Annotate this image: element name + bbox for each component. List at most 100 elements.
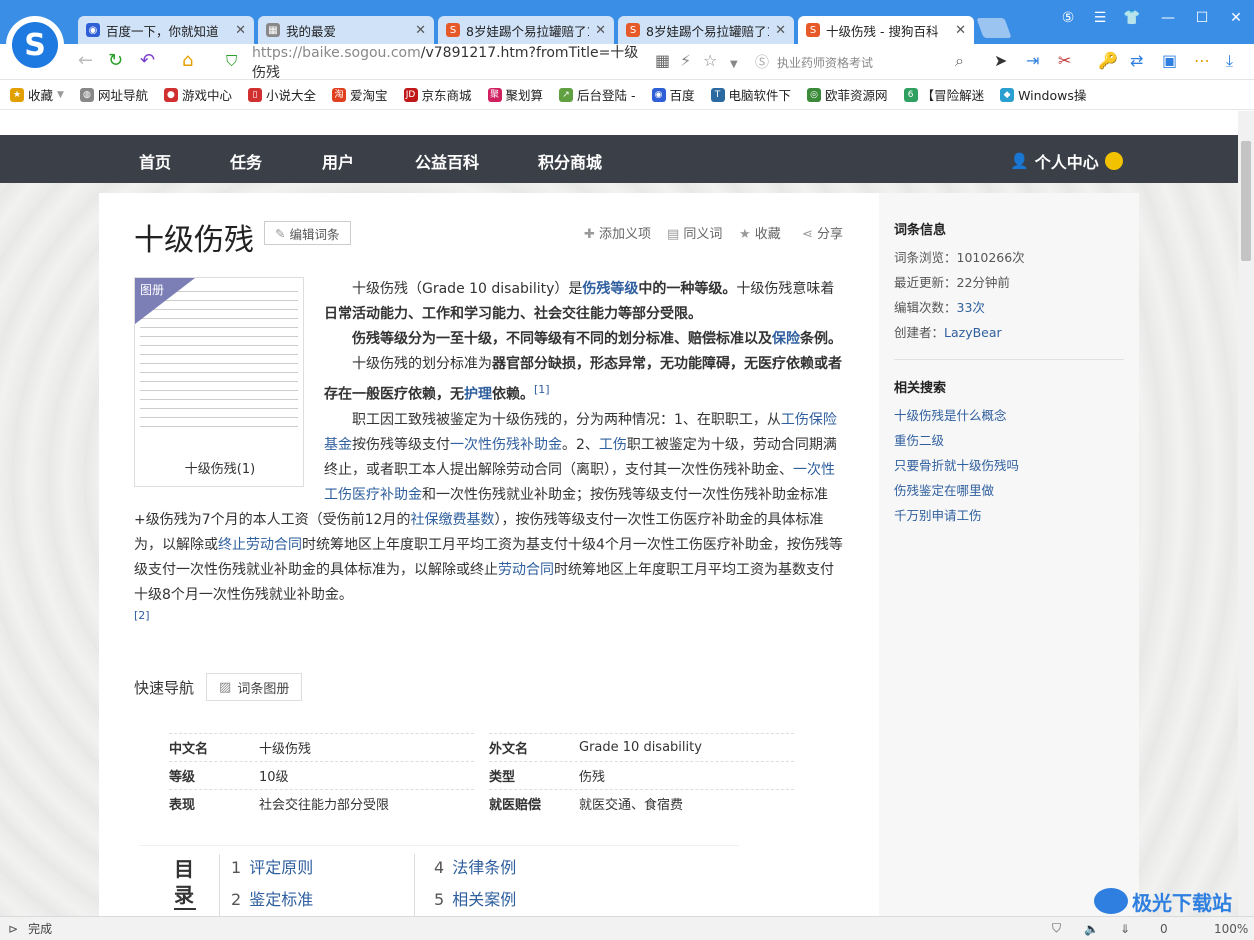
pencil-icon: ✎ xyxy=(275,225,286,241)
bookmark-label: 后台登陆 - xyxy=(577,88,636,103)
bookmark-jd[interactable]: JD 京东商城 xyxy=(403,85,472,104)
favorite-button[interactable]: ★ 收藏 xyxy=(739,223,781,242)
more-icon[interactable]: ⋯ xyxy=(1194,52,1210,70)
bookmark-juhuasuan[interactable]: 聚聚划算 xyxy=(487,85,543,104)
nav-home[interactable]: 首页 xyxy=(139,149,171,173)
url-field[interactable]: https://baike.sogou.com/v7891217.htm?fro… xyxy=(252,45,652,81)
bookmark-software[interactable]: T 电脑软件下 xyxy=(710,85,791,104)
link-nursing[interactable]: 护理 xyxy=(464,387,492,403)
minimize-icon[interactable]: — xyxy=(1156,10,1180,26)
cursor-icon[interactable]: ➤ xyxy=(994,52,1007,70)
qr-icon[interactable]: ▦ xyxy=(655,52,670,70)
download-icon[interactable]: ⤓ xyxy=(1226,52,1233,70)
tab-news-1[interactable]: S 8岁娃踢个易拉罐赔了1 ✕ xyxy=(438,16,614,44)
toc-item[interactable]: 2 鉴定标准 xyxy=(231,884,313,916)
related-link[interactable]: 十级伤残是什么概念 xyxy=(894,403,1019,428)
article-main: 十级伤残 ✎ 编辑词条 ✚ 添加义项 ▤ 同义词 ★ 收藏 ⋖ 分享 图册 十级伤… xyxy=(99,193,879,916)
bookmark-oufei[interactable]: ◎ 欧菲资源网 xyxy=(807,85,888,104)
nav-charity[interactable]: 公益百科 xyxy=(415,149,479,173)
maximize-icon[interactable]: ☐ xyxy=(1190,10,1214,26)
bookmark-icon[interactable]: ▣ xyxy=(1162,52,1177,70)
chevron-down-icon[interactable]: ▼ xyxy=(730,56,738,74)
lightning-icon[interactable]: ⚡ xyxy=(680,52,691,70)
bookmark-baidu[interactable]: ◉ 百度 xyxy=(651,85,695,104)
nav-users[interactable]: 用户 xyxy=(322,149,354,173)
toc-item[interactable]: 5 相关案例 xyxy=(434,884,516,916)
tab-favorites[interactable]: ▦ 我的最爱 ✕ xyxy=(258,16,434,44)
toc-number: 4 xyxy=(434,858,445,877)
bookmark-nav[interactable]: ◍ 网址导航 xyxy=(79,85,148,104)
menu-icon[interactable]: ☰ xyxy=(1088,10,1112,26)
nav-tasks[interactable]: 任务 xyxy=(230,149,262,173)
bookmark-label: 【冒险解迷 xyxy=(921,88,985,103)
reference-1[interactable]: [1] xyxy=(534,383,550,396)
edit-entry-button[interactable]: ✎ 编辑词条 xyxy=(264,221,351,245)
scrollbar-thumb[interactable] xyxy=(1241,141,1251,261)
bookmark-favorites[interactable]: ★ 收藏 ▼ xyxy=(10,85,64,104)
scissors-icon[interactable]: ✂ xyxy=(1058,52,1071,70)
bookmark-admin[interactable]: ↗ 后台登陆 - xyxy=(559,85,636,104)
key-icon[interactable]: 🔑 xyxy=(1098,52,1118,70)
vertical-scrollbar[interactable] xyxy=(1238,111,1254,916)
close-icon[interactable]: ✕ xyxy=(235,23,246,38)
tab-news-2[interactable]: S 8岁娃踢个易拉罐赔了1 ✕ xyxy=(618,16,794,44)
link-social-security[interactable]: 社保缴费基数 xyxy=(410,512,494,528)
screenshot-icon[interactable]: ⇥ xyxy=(1026,52,1039,70)
link-insurance[interactable]: 保险 xyxy=(772,331,800,347)
album-button[interactable]: ▨ 词条图册 xyxy=(206,673,303,701)
related-link[interactable]: 千万别申请工伤 xyxy=(894,503,1019,528)
close-icon[interactable]: ✕ xyxy=(955,23,966,38)
synonym-button[interactable]: ▤ 同义词 xyxy=(667,223,722,242)
undo-icon[interactable]: ↶ xyxy=(140,52,155,70)
star-icon[interactable]: ☆ xyxy=(703,52,717,70)
search-input[interactable]: Ⓢ 执业药师资格考试 xyxy=(755,50,975,74)
sidebar: 词条信息 词条浏览：1010266次 最近更新：22分钟前 编辑次数：33次 创… xyxy=(879,193,1139,916)
globe-icon: ◍ xyxy=(79,87,94,102)
close-window-icon[interactable]: ✕ xyxy=(1224,10,1248,26)
home-icon[interactable]: ⌂ xyxy=(182,52,193,70)
related-link[interactable]: 伤残鉴定在哪里做 xyxy=(894,478,1019,503)
back-icon[interactable]: ← xyxy=(78,52,93,70)
refresh-icon[interactable]: ↻ xyxy=(108,52,123,70)
shield-icon[interactable]: ⛉ xyxy=(1052,921,1061,936)
close-icon[interactable]: ✕ xyxy=(595,23,606,38)
close-icon[interactable]: ✕ xyxy=(415,23,426,38)
speaker-icon[interactable]: 🔈 xyxy=(1084,922,1099,936)
bookmark-adventure[interactable]: 6 【冒险解迷 xyxy=(903,85,985,104)
toc-item[interactable]: 1 评定原则 xyxy=(231,852,313,884)
bookmark-games[interactable]: ● 游戏中心 xyxy=(163,85,232,104)
link-subsidy[interactable]: 一次性伤残补助金 xyxy=(450,437,562,453)
tab-baidu[interactable]: ◉ 百度一下，你就知道 ✕ xyxy=(78,16,254,44)
link-work-injury[interactable]: 工伤 xyxy=(599,437,627,453)
tab-baike[interactable]: S 十级伤残 - 搜狗百科 ✕ xyxy=(798,16,974,44)
related-link[interactable]: 重伤二级 xyxy=(894,428,1019,453)
shirt-icon[interactable]: 👕 xyxy=(1120,10,1144,26)
new-tab-button[interactable] xyxy=(976,18,1012,38)
link-labor-contract[interactable]: 劳动合同 xyxy=(498,562,554,578)
translate-icon[interactable]: ⇄ xyxy=(1130,52,1143,70)
user-center-label: 个人中心 xyxy=(1034,153,1099,172)
badge-five-icon[interactable]: ⑤ xyxy=(1056,10,1080,26)
download-manager-icon[interactable]: ⇓ xyxy=(1120,922,1130,936)
table-of-contents: 目录 1 评定原则 2 鉴定标准 4 法律条例 5 相关案例 xyxy=(139,845,739,916)
toc-item[interactable]: 4 法律条例 xyxy=(434,852,516,884)
sidebar-toggle-icon[interactable]: ⊳ xyxy=(8,922,18,936)
nav-points-mall[interactable]: 积分商城 xyxy=(538,149,602,173)
bookmark-novels[interactable]: ▯ 小说大全 xyxy=(247,85,316,104)
share-button[interactable]: ⋖ 分享 xyxy=(802,223,843,242)
close-icon[interactable]: ✕ xyxy=(775,23,786,38)
link-terminate-contract[interactable]: 终止劳动合同 xyxy=(218,537,302,553)
link-disability-level[interactable]: 伤残等级 xyxy=(582,281,638,297)
bookmark-taobao[interactable]: 淘爱淘宝 xyxy=(331,85,388,104)
reference-2[interactable]: [2] xyxy=(134,608,846,624)
search-icon[interactable]: ⌕ xyxy=(955,52,964,70)
add-meaning-button[interactable]: ✚ 添加义项 xyxy=(584,223,651,242)
bookmark-windows[interactable]: ◆ Windows操 xyxy=(1000,85,1086,104)
sogou-browser-logo[interactable]: S xyxy=(6,16,64,74)
tab-label: 十级伤残 - 搜狗百科 xyxy=(826,23,939,39)
related-link[interactable]: 只要骨折就十级伤残吗 xyxy=(894,453,1019,478)
user-center[interactable]: 👤 个人中心 xyxy=(1010,149,1123,173)
zoom-level[interactable]: 100% xyxy=(1214,922,1248,936)
creator-link[interactable]: LazyBear xyxy=(944,325,1002,340)
edits-count-link[interactable]: 33次 xyxy=(957,300,985,315)
